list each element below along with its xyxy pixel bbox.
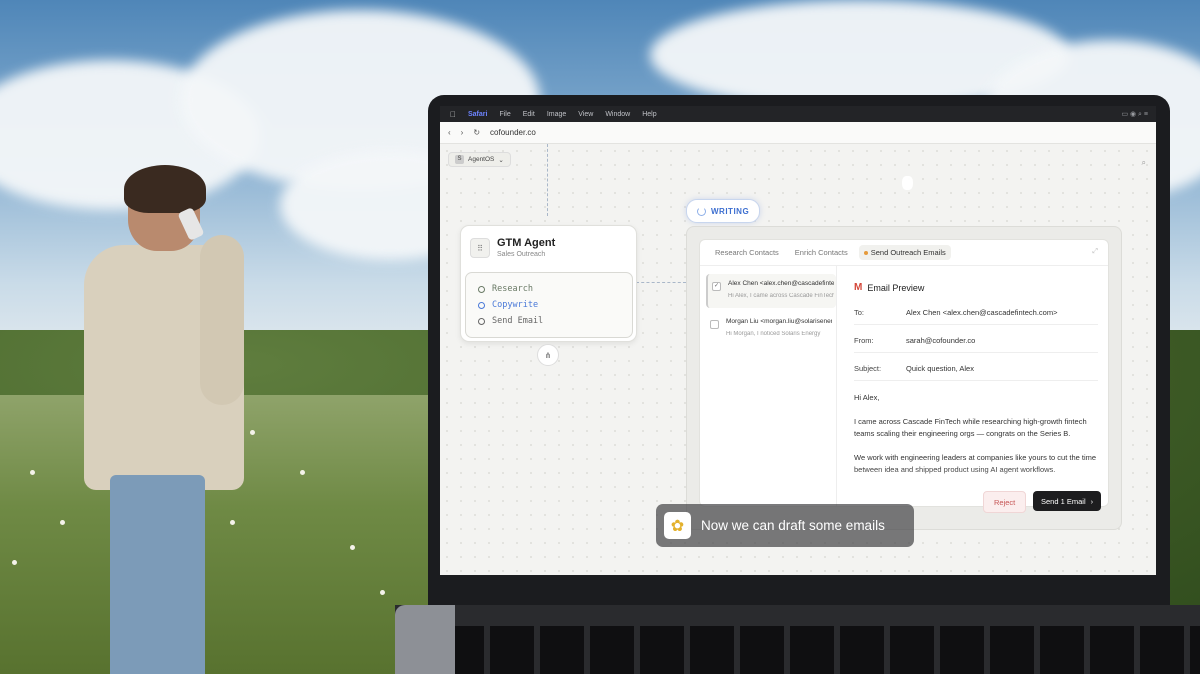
share-node-icon[interactable]: ⋔ xyxy=(537,344,559,366)
search-icon[interactable]: ⌕ xyxy=(1142,158,1146,168)
status-pill: WRITING xyxy=(686,199,761,223)
checkbox[interactable] xyxy=(710,320,719,329)
macos-menubar:  Safari File Edit Image View Window Hel… xyxy=(440,106,1156,122)
jeans xyxy=(110,475,205,674)
subject-label: Subject: xyxy=(854,364,882,373)
gmail-icon: M xyxy=(854,282,863,293)
from-label: From: xyxy=(854,336,874,345)
workspace-icon: S xyxy=(455,155,464,164)
preview-title: Email Preview xyxy=(867,282,925,293)
connector-line xyxy=(547,144,548,216)
menu-app-name[interactable]: Safari xyxy=(468,111,487,118)
to-label: To: xyxy=(854,308,865,317)
contact-name: Alex Chen <alex.chen@cascadefintech.com> xyxy=(728,280,834,287)
arm xyxy=(200,235,244,405)
workspace-switcher[interactable]: S AgentOS ⌄ xyxy=(448,152,511,167)
tab-send-outreach-emails[interactable]: Send Outreach Emails xyxy=(858,245,951,260)
email-greeting: Hi Alex, xyxy=(854,393,880,402)
contact-preview: Hi Morgan, I noticed Solaris Energy xyxy=(726,331,821,337)
subject-value[interactable]: Quick question, Alex xyxy=(906,364,974,373)
email-preview-title: M Email Preview xyxy=(854,282,924,293)
menu-image[interactable]: Image xyxy=(547,111,566,118)
back-icon[interactable]: ‹ xyxy=(448,128,451,137)
light-flare xyxy=(902,176,913,190)
progress-circle-icon xyxy=(478,301,485,309)
step-copywrite[interactable]: Copywrite xyxy=(478,300,538,310)
outreach-panel: Research Contacts Enrich Contacts Send O… xyxy=(686,226,1122,530)
from-field: From: sarah@cofounder.co xyxy=(854,330,1098,353)
reject-button[interactable]: Reject xyxy=(983,491,1027,513)
send-label: Send 1 Email xyxy=(1041,496,1086,506)
flower xyxy=(30,470,35,475)
forward-icon[interactable]: › xyxy=(461,128,464,137)
status-label: WRITING xyxy=(711,206,750,216)
menu-window[interactable]: Window xyxy=(605,111,630,118)
pending-circle-icon xyxy=(478,317,485,325)
to-value[interactable]: Alex Chen <alex.chen@cascadefintech.com> xyxy=(906,308,1057,317)
expand-icon[interactable]: ⤢ xyxy=(1092,248,1098,256)
flower xyxy=(12,560,17,565)
from-value[interactable]: sarah@cofounder.co xyxy=(906,336,975,345)
tab-enrich-contacts[interactable]: Enrich Contacts xyxy=(790,245,853,260)
list-item[interactable]: ✓ Alex Chen <alex.chen@cascadefintech.co… xyxy=(706,274,836,308)
flower xyxy=(60,520,65,525)
agent-title: GTM Agent xyxy=(497,237,556,249)
hair xyxy=(124,165,206,213)
connector-line xyxy=(636,282,686,283)
agent-steps: Research Copywrite Send Email xyxy=(465,272,633,338)
email-preview: M Email Preview To: Alex Chen <alex.chen… xyxy=(844,266,1108,506)
tab-label: Send Outreach Emails xyxy=(870,248,946,257)
reload-icon[interactable]: ↻ xyxy=(473,128,480,137)
chevron-right-icon: › xyxy=(1090,496,1094,506)
send-email-button[interactable]: Send 1 Email › xyxy=(1033,491,1102,511)
list-item[interactable]: Morgan Liu <morgan.liu@solarisenergy.com… xyxy=(706,312,834,346)
workspace-label: AgentOS xyxy=(468,156,495,163)
caption-toast: ✿ Now we can draft some emails xyxy=(656,504,914,547)
chevron-down-icon: ⌄ xyxy=(498,156,504,164)
check-circle-icon xyxy=(478,285,485,293)
apple-icon[interactable]:  xyxy=(450,110,456,119)
flower xyxy=(350,545,355,550)
step-research[interactable]: Research xyxy=(478,284,533,294)
subject-field: Subject: Quick question, Alex xyxy=(854,358,1098,381)
caption-text: Now we can draft some emails xyxy=(701,518,885,533)
menu-edit[interactable]: Edit xyxy=(523,111,535,118)
task-tabs: Research Contacts Enrich Contacts Send O… xyxy=(700,240,1108,266)
step-label: Send Email xyxy=(492,316,544,326)
menu-help[interactable]: Help xyxy=(642,111,656,118)
active-dot-icon xyxy=(863,250,868,255)
email-paragraph: I came across Cascade FinTech while rese… xyxy=(854,417,1087,438)
flower xyxy=(300,470,305,475)
step-send-email[interactable]: Send Email xyxy=(478,316,543,326)
browser-toolbar: ‹ › ↻ cofounder.co xyxy=(440,122,1156,144)
checkbox-checked[interactable]: ✓ xyxy=(712,282,721,291)
step-label: Research xyxy=(492,284,533,294)
contact-list: ✓ Alex Chen <alex.chen@cascadefintech.co… xyxy=(700,266,837,506)
palmrest xyxy=(395,605,455,674)
step-label: Copywrite xyxy=(492,300,539,310)
menu-view[interactable]: View xyxy=(578,111,593,118)
flower xyxy=(380,590,385,595)
keyboard-keys xyxy=(440,626,1200,674)
agent-card[interactable]: ⠿ GTM Agent Sales Outreach Research Copy… xyxy=(460,225,637,342)
outreach-window: Research Contacts Enrich Contacts Send O… xyxy=(699,239,1109,507)
contact-name: Morgan Liu <morgan.liu@solarisenergy.com… xyxy=(726,318,832,325)
drag-handle-icon[interactable]: ⠿ xyxy=(470,238,490,258)
address-bar[interactable]: cofounder.co xyxy=(490,128,536,137)
menu-file[interactable]: File xyxy=(499,111,510,118)
agent-subtitle: Sales Outreach xyxy=(497,251,546,258)
to-field: To: Alex Chen <alex.chen@cascadefintech.… xyxy=(854,302,1098,325)
spinner-icon xyxy=(697,206,706,216)
tab-research-contacts[interactable]: Research Contacts xyxy=(710,245,784,260)
person-on-phone xyxy=(80,165,255,674)
sunflower-icon: ✿ xyxy=(664,512,691,539)
status-icons: ▭ ◉ ⌕ ≡ xyxy=(1121,110,1148,118)
contact-preview: Hi Alex, I came across Cascade FinTech xyxy=(728,293,834,299)
